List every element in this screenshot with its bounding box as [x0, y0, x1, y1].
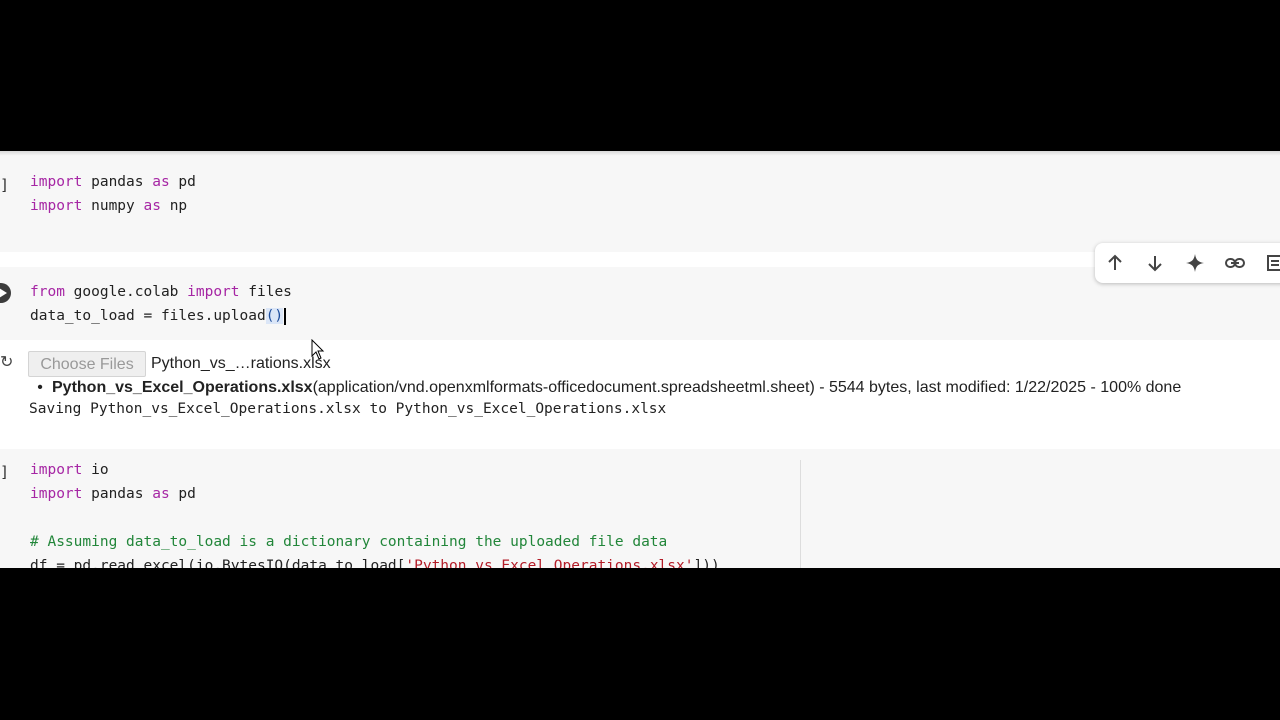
output-menu-icon[interactable]: ↻ — [0, 352, 13, 371]
chosen-file-name: Python_vs_…rations.xlsx — [151, 355, 331, 372]
choose-files-button[interactable]: Choose Files — [28, 351, 146, 377]
arrow-down-icon[interactable] — [1135, 243, 1175, 283]
code-comment: # Assuming data_to_load is a dictionary … — [30, 534, 668, 550]
file-details: (application/vnd.openxmlformats-officedo… — [312, 379, 1182, 396]
keyword: import — [30, 174, 83, 190]
code-text: io — [82, 462, 109, 478]
code-text: numpy — [82, 198, 144, 214]
code-text: np — [160, 198, 188, 214]
keyword: import — [30, 462, 83, 478]
text-caret — [284, 307, 286, 325]
code-string: 'Python_vs_Excel_Operations.xlsx' — [405, 558, 694, 568]
code-text: pandas — [82, 174, 153, 190]
arrow-up-icon[interactable] — [1095, 243, 1135, 283]
saving-message: Saving Python_vs_Excel_Operations.xlsx t… — [29, 401, 667, 417]
uploaded-file-item: • Python_vs_Excel_Operations.xlsx(applica… — [28, 379, 1181, 397]
code-editor[interactable]: import pandas as pd import numpy as np — [30, 170, 196, 218]
mouse-pointer-icon — [311, 339, 325, 360]
code-text: df = pd.read_excel(io.BytesIO(data_to_lo… — [30, 558, 406, 568]
code-text: ])) — [693, 558, 720, 568]
keyword: import — [187, 284, 240, 300]
execution-count: ] — [0, 176, 10, 194]
keyword: from — [30, 284, 65, 300]
comment-icon[interactable] — [1255, 243, 1280, 283]
file-name: Python_vs_Excel_Operations.xlsx — [52, 379, 313, 396]
link-icon[interactable] — [1215, 243, 1255, 283]
keyword: import — [30, 486, 83, 502]
code-cell-3[interactable]: ] import io import pandas as pd # Assumi… — [0, 449, 1280, 568]
code-cell-2[interactable]: from google.colab import files data_to_l… — [0, 267, 1280, 340]
keyword: as — [152, 486, 170, 502]
cell-toolbar — [1095, 243, 1280, 283]
code-text: google.colab — [64, 284, 188, 300]
code-text: pd — [169, 174, 196, 190]
sparkle-icon[interactable] — [1175, 243, 1215, 283]
keyword: import — [30, 198, 83, 214]
notebook-area: ] import pandas as pd import numpy as np… — [0, 151, 1280, 568]
keyword: as — [143, 198, 161, 214]
editor-divider — [800, 460, 801, 568]
code-editor[interactable]: from google.colab import files data_to_l… — [30, 280, 292, 328]
code-text: files — [239, 284, 292, 300]
code-text: data_to_load = files.upload — [30, 308, 266, 324]
code-editor[interactable]: import io import pandas as pd # Assuming… — [30, 458, 720, 568]
keyword: as — [152, 174, 170, 190]
execution-count: ] — [0, 463, 10, 481]
code-text: pandas — [82, 486, 153, 502]
code-text: pd — [169, 486, 196, 502]
bullet-icon: • — [37, 379, 43, 396]
code-cell-1[interactable]: ] import pandas as pd import numpy as np — [0, 156, 1280, 252]
matched-parens: () — [265, 308, 284, 324]
